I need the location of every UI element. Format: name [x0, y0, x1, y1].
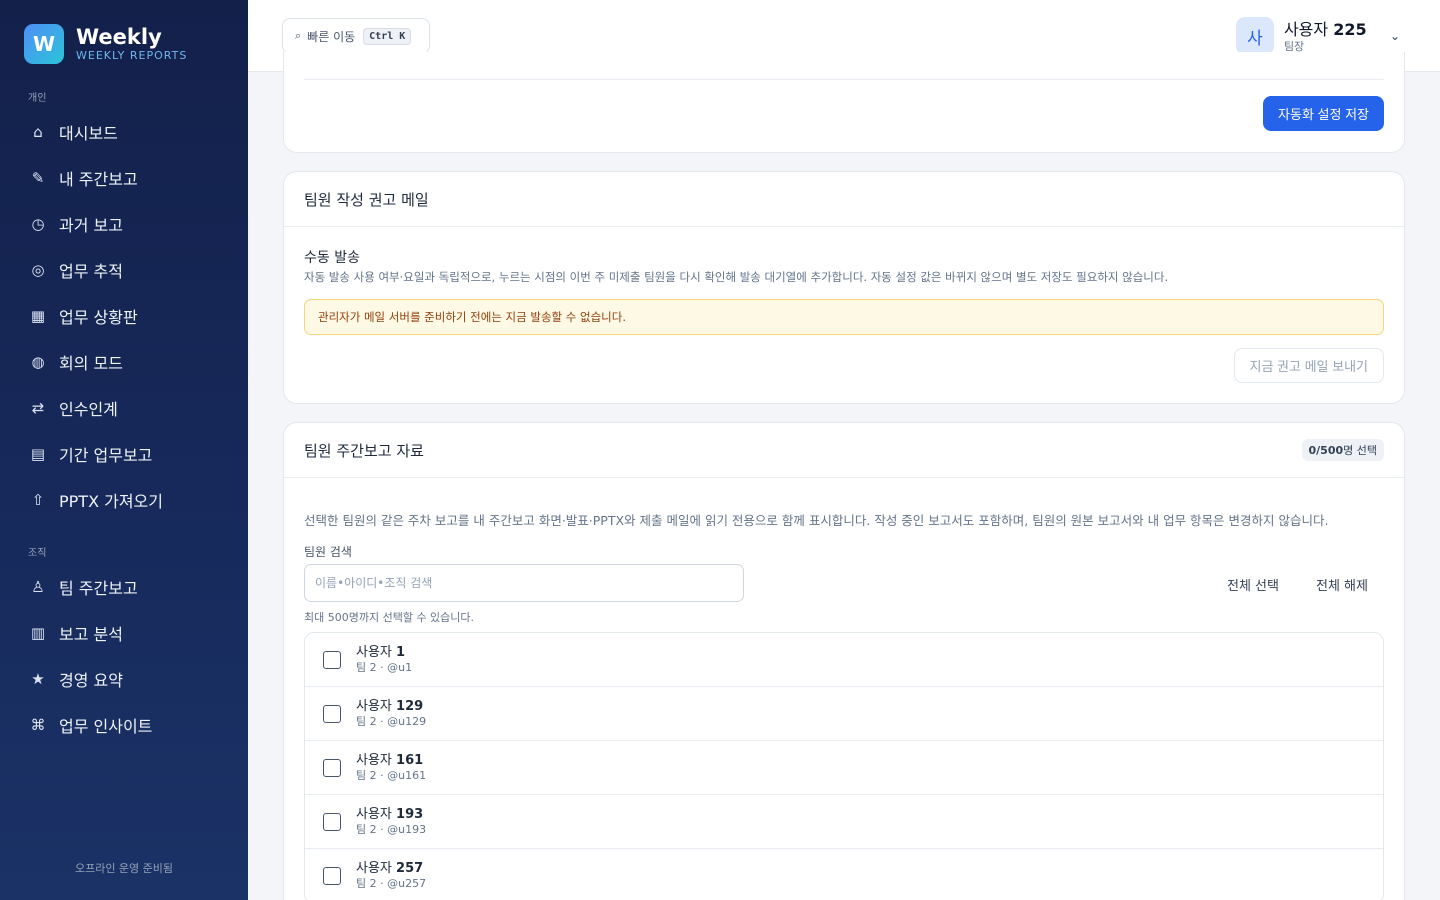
member-team-id: 팀 2 · @u161 [356, 768, 427, 782]
user-menu[interactable]: 사 사용자 225 팀장 ⌄ [1235, 16, 1400, 56]
avatar: 사 [1235, 17, 1274, 55]
user-name: 사용자 225 [1283, 19, 1367, 39]
member-list: 사용자 1팀 2 · @u1 사용자 129 팀 2 · @u129 사용자 161 팀… [304, 632, 1384, 900]
sidebar-item-label: 경영 요약 [59, 671, 123, 690]
member-row[interactable]: 사용자 193 팀 2 · @u193 [305, 795, 1383, 849]
member-name: 사용자 129 [356, 698, 424, 714]
team-reports-description: 선택한 팀원의 같은 주차 보고를 내 주간보고 화면·발표·PPTX와 제출 … [304, 513, 1329, 528]
brand-logo: W [24, 24, 64, 64]
section-label-personal: 개인 [28, 93, 47, 104]
manual-send-description: 자동 발송 사용 여부·요일과 독립적으로, 누르는 시점의 이번 주 미제출 … [304, 270, 1169, 284]
upload-icon: ⇧ [31, 491, 45, 509]
sidebar-item[interactable]: ⇄ 인수인계 [28, 390, 228, 426]
pencil-icon: ✎ [31, 169, 45, 187]
deselect-all-button[interactable]: 전체 해제 [1316, 575, 1368, 594]
shortcut-badge: Ctrl K [363, 27, 412, 45]
member-row[interactable]: 사용자 129 팀 2 · @u129 [305, 687, 1383, 741]
member-team-id: 팀 2 · @u257 [356, 876, 427, 890]
meeting-icon: ◍ [31, 353, 45, 371]
brand-name: Weekly [76, 25, 162, 49]
warning-text: 관리자가 메일 서버를 준비하기 전에는 지금 발송할 수 없습니다. [318, 310, 626, 324]
user-role: 팀장 [1283, 39, 1305, 53]
member-checkbox[interactable] [323, 758, 341, 777]
sidebar-item-label: 내 주간보고 [59, 170, 138, 189]
section-label-org: 조직 [28, 548, 47, 559]
sidebar-item-label: 업무 인사이트 [59, 717, 153, 736]
member-name: 사용자 1 [356, 644, 406, 660]
selection-count-badge: 0/500명 선택 [1301, 439, 1384, 461]
member-team-id: 팀 2 · @u1 [356, 660, 413, 674]
team-icon: ♙ [31, 578, 45, 596]
sidebar-item[interactable]: ♙ 팀 주간보고 [28, 569, 228, 605]
member-name: 사용자 161 [356, 752, 424, 768]
sidebar-item[interactable]: ★ 경영 요약 [28, 661, 228, 697]
insight-icon: ⌘ [30, 716, 46, 734]
member-name: 사용자 193 [356, 806, 424, 822]
card-title: 팀원 주간보고 자료 [304, 441, 424, 460]
sidebar-item[interactable]: ⇧ PPTX 가져오기 [28, 482, 228, 518]
manual-send-title: 수동 발송 [304, 250, 360, 266]
member-checkbox[interactable] [323, 650, 341, 669]
member-name: 사용자 257 [356, 860, 424, 876]
target-icon: ◎ [31, 261, 45, 279]
member-checkbox[interactable] [323, 866, 341, 885]
sidebar-item-label: 대시보드 [59, 124, 118, 143]
sidebar-item[interactable]: ▤ 기간 업무보고 [28, 436, 228, 472]
sidebar-item[interactable]: ▦ 업무 상황판 [28, 298, 228, 334]
sidebar-item-label: 보고 분석 [59, 625, 123, 644]
document-icon: ▤ [30, 445, 46, 463]
team-reports-card: 팀원 주간보고 자료 0/500명 선택 선택한 팀원의 같은 주차 보고를 내… [283, 422, 1405, 900]
save-automation-button[interactable]: 자동화 설정 저장 [1263, 96, 1384, 131]
mail-server-warning: 관리자가 메일 서버를 준비하기 전에는 지금 발송할 수 없습니다. [304, 299, 1384, 335]
clock-icon: ◷ [31, 215, 45, 233]
sidebar-item[interactable]: ◷ 과거 보고 [28, 206, 228, 242]
home-icon: ⌂ [33, 123, 43, 141]
search-icon: ⌕ [295, 29, 302, 42]
sidebar-item-label: 팀 주간보고 [59, 579, 138, 598]
brand[interactable]: W Weekly WEEKLY REPORTS [24, 24, 187, 64]
sidebar-item-label: 과거 보고 [59, 216, 123, 235]
divider [304, 79, 1384, 80]
member-team-id: 팀 2 · @u129 [356, 714, 427, 728]
chart-icon: ▥ [30, 624, 46, 642]
reminder-mail-card: 팀원 작성 권고 메일 수동 발송 자동 발송 사용 여부·요일과 독립적으로,… [283, 171, 1405, 404]
sidebar: W Weekly WEEKLY REPORTS 개인 ⌂ 대시보드 ✎ 내 주간보고 ◷… [0, 0, 248, 900]
sidebar-item[interactable]: ⌘ 업무 인사이트 [28, 707, 228, 743]
member-row[interactable]: 사용자 257 팀 2 · @u257 [305, 849, 1383, 900]
member-team-id: 팀 2 · @u193 [356, 822, 427, 836]
swap-icon: ⇄ [31, 399, 45, 417]
grid-icon: ▦ [30, 307, 46, 325]
sidebar-item-label: 인수인계 [59, 400, 118, 419]
member-row[interactable]: 사용자 1팀 2 · @u1 [305, 633, 1383, 687]
automation-settings-card: 자동화 설정 저장 [283, 52, 1405, 153]
select-all-button[interactable]: 전체 선택 [1227, 575, 1279, 594]
member-search-input[interactable] [304, 564, 744, 602]
quick-nav-button[interactable]: ⌕ 빠른 이동 Ctrl K [282, 18, 430, 54]
send-reminder-button[interactable]: 지금 권고 메일 보내기 [1233, 348, 1384, 383]
chevron-down-icon: ⌄ [1389, 29, 1400, 43]
card-title: 팀원 작성 권고 메일 [304, 190, 429, 209]
selection-limit-hint: 최대 500명까지 선택할 수 있습니다. [304, 611, 475, 624]
sidebar-item[interactable]: ✎ 내 주간보고 [28, 160, 228, 196]
search-label: 팀원 검색 [304, 545, 352, 559]
member-checkbox[interactable] [323, 812, 341, 831]
star-icon: ★ [31, 670, 45, 688]
brand-subtitle: WEEKLY REPORTS [76, 49, 188, 62]
sidebar-item-label: 업무 추적 [59, 262, 123, 281]
sidebar-item-label: PPTX 가져오기 [59, 492, 163, 511]
sidebar-item[interactable]: ◎ 업무 추적 [28, 252, 228, 288]
sidebar-item-label: 업무 상황판 [59, 308, 138, 327]
quick-nav-label: 빠른 이동 [307, 29, 356, 44]
member-checkbox[interactable] [323, 704, 341, 723]
sidebar-footer-status: 오프라인 운영 준비됨 [74, 862, 174, 875]
sidebar-item-label: 회의 모드 [59, 354, 123, 373]
sidebar-item-label: 기간 업무보고 [59, 446, 153, 465]
sidebar-item[interactable]: ⌂ 대시보드 [28, 114, 228, 150]
sidebar-item[interactable]: ◍ 회의 모드 [28, 344, 228, 380]
sidebar-item[interactable]: ▥ 보고 분석 [28, 615, 228, 651]
member-row[interactable]: 사용자 161 팀 2 · @u161 [305, 741, 1383, 795]
